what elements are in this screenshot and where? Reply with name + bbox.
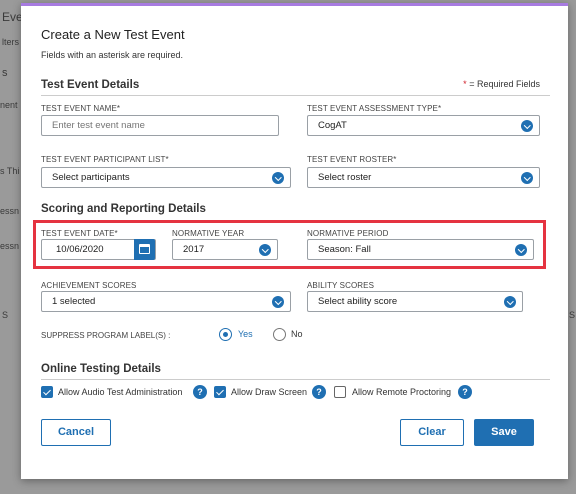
section-test-event-details: Test Event Details bbox=[41, 79, 140, 91]
calendar-icon bbox=[139, 244, 150, 254]
normative-period-label: NORMATIVE PERIOD bbox=[307, 229, 389, 238]
dialog-title: Create a New Test Event bbox=[41, 27, 185, 42]
achievement-scores-label: ACHIEVEMENT SCORES bbox=[41, 281, 137, 290]
suppress-program-label: SUPPRESS PROGRAM LABEL(S) : bbox=[41, 331, 171, 340]
normative-year-value: 2017 bbox=[183, 244, 205, 255]
assessment-type-label: TEST EVENT ASSESSMENT TYPE* bbox=[307, 104, 442, 113]
test-event-date-label: TEST EVENT DATE* bbox=[41, 229, 118, 238]
required-fields-text: = Required Fields bbox=[469, 79, 540, 89]
allow-audio-checkbox[interactable] bbox=[41, 386, 53, 398]
suppress-no-radio[interactable] bbox=[273, 328, 286, 341]
chevron-down-icon bbox=[272, 172, 284, 184]
chevron-down-icon bbox=[515, 244, 527, 256]
test-event-name-input[interactable] bbox=[52, 116, 278, 135]
chevron-down-icon bbox=[521, 172, 533, 184]
test-event-name-label: TEST EVENT NAME* bbox=[41, 104, 121, 113]
ability-scores-select[interactable]: Select ability score bbox=[307, 291, 523, 312]
help-icon[interactable]: ? bbox=[193, 385, 207, 399]
calendar-button[interactable] bbox=[134, 239, 155, 260]
assessment-type-select[interactable]: CogAT bbox=[307, 115, 540, 136]
ability-scores-label: ABILITY SCORES bbox=[307, 281, 375, 290]
participant-list-label: TEST EVENT PARTICIPANT LIST* bbox=[41, 155, 169, 164]
bg-text: essn bbox=[0, 206, 20, 216]
divider bbox=[41, 95, 550, 96]
chevron-down-icon bbox=[272, 296, 284, 308]
create-test-event-dialog: Create a New Test Event Fields with an a… bbox=[21, 3, 568, 479]
required-asterisk: * bbox=[463, 79, 467, 89]
allow-draw-text: Allow Draw Screen bbox=[231, 387, 308, 397]
save-button[interactable]: Save bbox=[474, 419, 534, 446]
required-fields-note: * = Required Fields bbox=[463, 79, 540, 89]
help-icon[interactable]: ? bbox=[312, 385, 326, 399]
bg-text: lters bbox=[2, 37, 20, 47]
suppress-yes-text: Yes bbox=[238, 329, 253, 339]
assessment-type-value: CogAT bbox=[318, 120, 347, 131]
test-event-name-field[interactable] bbox=[41, 115, 279, 136]
bg-text: s Thi bbox=[0, 166, 20, 176]
bg-text: Eve bbox=[2, 10, 23, 24]
bg-text: s bbox=[2, 67, 8, 79]
allow-proctoring-checkbox[interactable] bbox=[334, 386, 346, 398]
clear-button[interactable]: Clear bbox=[400, 419, 464, 446]
ability-scores-value: Select ability score bbox=[318, 296, 398, 307]
bg-text: S bbox=[569, 310, 576, 320]
test-event-date-field[interactable]: 10/06/2020 bbox=[41, 239, 156, 260]
normative-year-label: NORMATIVE YEAR bbox=[172, 229, 245, 238]
divider bbox=[41, 379, 550, 380]
suppress-no-text: No bbox=[291, 329, 303, 339]
suppress-yes-radio[interactable] bbox=[219, 328, 232, 341]
section-online-testing: Online Testing Details bbox=[41, 363, 161, 375]
section-scoring-reporting: Scoring and Reporting Details bbox=[41, 203, 206, 215]
bg-text: nent bbox=[0, 100, 18, 110]
allow-draw-checkbox[interactable] bbox=[214, 386, 226, 398]
chevron-down-icon bbox=[504, 296, 516, 308]
roster-value: Select roster bbox=[318, 172, 372, 183]
achievement-scores-select[interactable]: 1 selected bbox=[41, 291, 291, 312]
normative-period-value: Season: Fall bbox=[318, 244, 371, 255]
normative-year-select[interactable]: 2017 bbox=[172, 239, 278, 260]
dialog-subtitle: Fields with an asterisk are required. bbox=[41, 50, 184, 60]
allow-audio-text: Allow Audio Test Administration bbox=[58, 387, 183, 397]
cancel-button[interactable]: Cancel bbox=[41, 419, 111, 446]
participant-list-value: Select participants bbox=[52, 172, 130, 183]
roster-select[interactable]: Select roster bbox=[307, 167, 540, 188]
bg-text: S bbox=[2, 310, 9, 320]
test-event-date-value: 10/06/2020 bbox=[56, 244, 104, 255]
help-icon[interactable]: ? bbox=[458, 385, 472, 399]
bg-text: essn bbox=[0, 241, 20, 251]
participant-list-select[interactable]: Select participants bbox=[41, 167, 291, 188]
chevron-down-icon bbox=[521, 120, 533, 132]
chevron-down-icon bbox=[259, 244, 271, 256]
roster-label: TEST EVENT ROSTER* bbox=[307, 155, 397, 164]
normative-period-select[interactable]: Season: Fall bbox=[307, 239, 534, 260]
allow-proctoring-text: Allow Remote Proctoring bbox=[352, 387, 452, 397]
achievement-scores-value: 1 selected bbox=[52, 296, 96, 307]
